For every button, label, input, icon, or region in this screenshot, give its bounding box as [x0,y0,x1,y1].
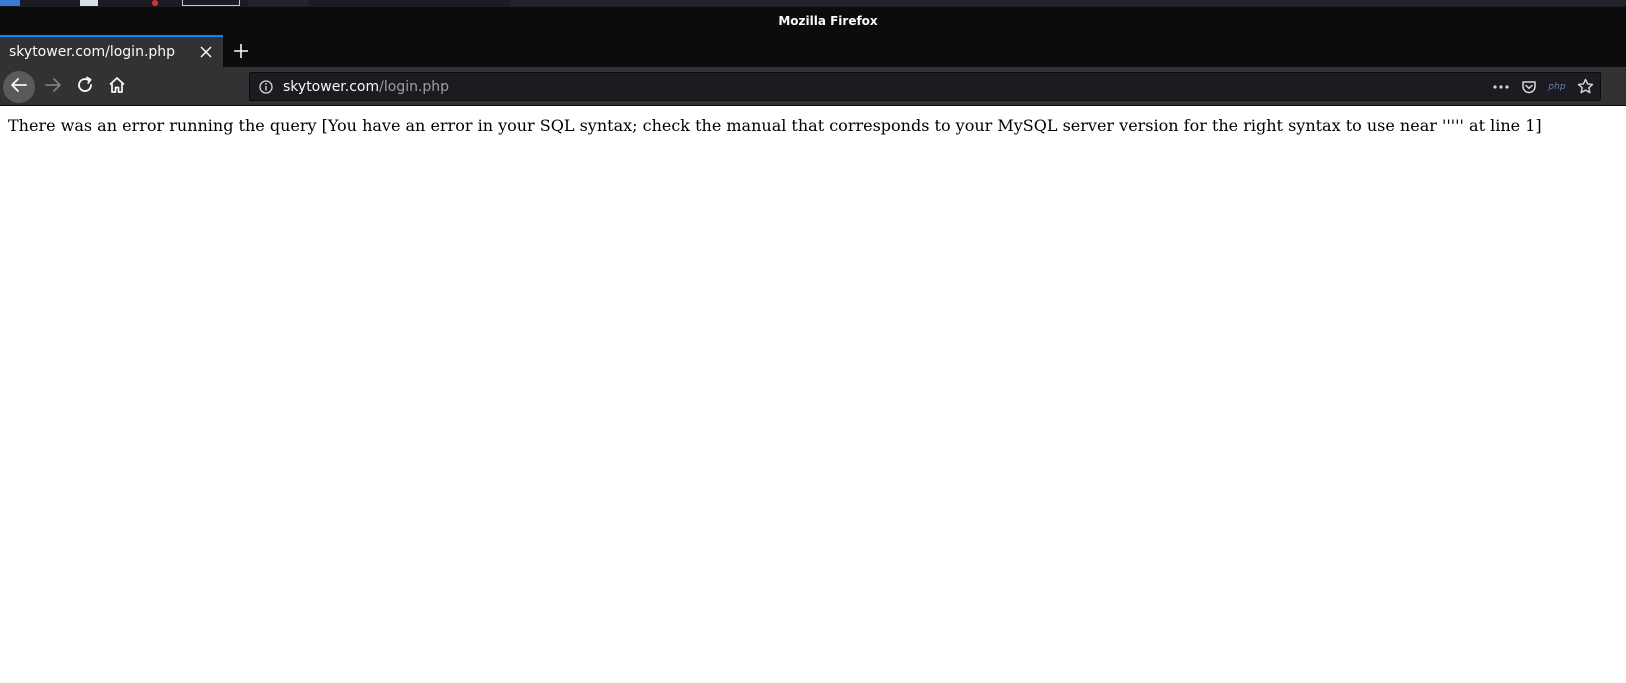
url-text[interactable]: skytower.com/login.php [283,79,449,95]
reload-icon [76,76,94,98]
php-extension-icon[interactable]: php [1548,78,1566,96]
forward-button[interactable] [37,71,69,103]
taskbar-window-button[interactable] [248,0,308,6]
tab-title: skytower.com/login.php [9,44,176,60]
taskbar-app-icon[interactable] [152,0,158,6]
taskbar-window-button[interactable] [182,0,240,6]
tab-strip: skytower.com/login.php [0,35,1626,67]
home-button[interactable] [101,71,133,103]
url-bar[interactable]: skytower.com/login.php php [249,72,1601,101]
forward-arrow-icon [44,76,62,98]
back-button[interactable] [3,71,35,103]
star-icon[interactable] [1576,78,1594,96]
os-taskbar [0,0,1626,7]
more-icon[interactable] [1492,78,1510,96]
home-icon [108,76,126,98]
window-titlebar: Mozilla Firefox [0,7,1626,35]
plus-icon[interactable] [231,41,251,61]
page-content: There was an error running the query [Yo… [0,106,1626,683]
info-icon[interactable] [259,79,275,95]
navigation-toolbar: skytower.com/login.php php [0,67,1626,106]
reload-button[interactable] [69,71,101,103]
pocket-icon[interactable] [1520,78,1538,96]
taskbar-app-icon[interactable] [80,0,98,6]
url-path: /login.php [379,78,450,95]
page-actions: php [1492,73,1594,100]
sql-error-message: There was an error running the query [Yo… [8,116,1542,135]
taskbar-app-icon[interactable] [0,0,20,6]
window-title: Mozilla Firefox [778,14,878,28]
url-domain: skytower.com [283,78,380,95]
close-icon[interactable] [198,44,214,60]
back-arrow-icon [10,76,28,98]
tab-active[interactable]: skytower.com/login.php [0,35,223,67]
taskbar-window-list [510,0,1626,6]
